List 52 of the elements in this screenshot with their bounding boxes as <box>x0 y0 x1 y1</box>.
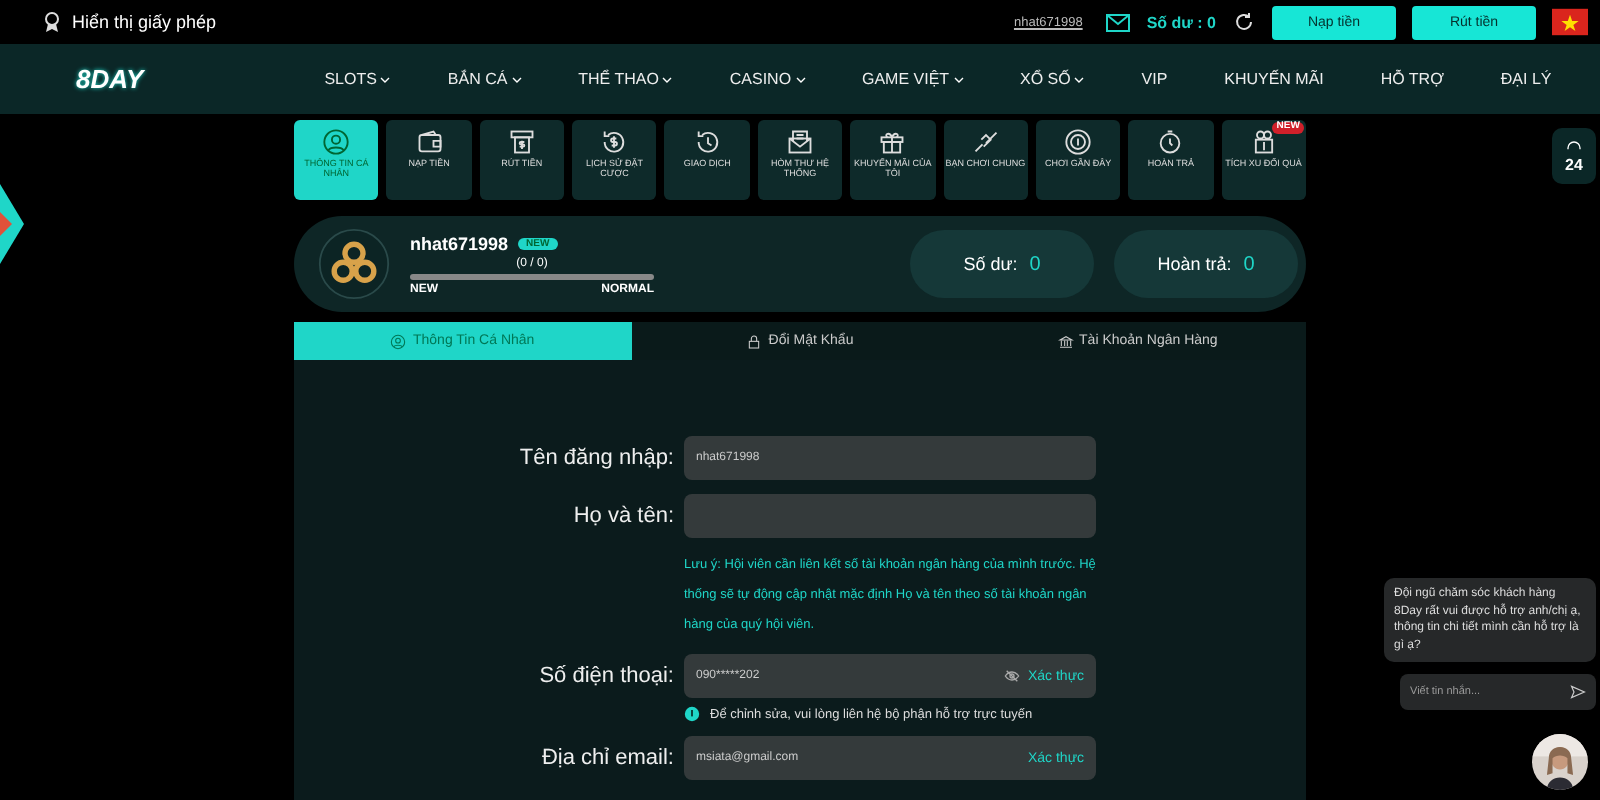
user-icon <box>322 128 351 156</box>
field-label: Số điện thoại: <box>537 662 674 692</box>
flag-icon[interactable] <box>1552 4 1588 40</box>
nav-item[interactable]: VIP <box>1141 70 1168 88</box>
caret-icon <box>1074 75 1085 83</box>
nav-item[interactable]: BẮN CÁ <box>447 70 522 88</box>
field-label: Họ và tên: <box>571 502 674 532</box>
nav-item[interactable]: CASINO <box>729 70 806 88</box>
user-icon <box>390 333 407 349</box>
username: nhat671998 <box>410 233 509 253</box>
mail-icon[interactable] <box>1106 13 1131 31</box>
balance-label: Số dư: <box>963 254 1018 274</box>
license-link[interactable]: Hiển thị giấy phép <box>72 12 217 32</box>
eye-off-icon[interactable] <box>1003 668 1020 684</box>
rebate-label: Hoàn trả: <box>1157 254 1232 274</box>
lock-icon <box>746 333 763 349</box>
caret-icon <box>380 75 391 83</box>
clock-icon <box>693 128 722 156</box>
info-icon <box>684 706 700 722</box>
send-icon[interactable] <box>1570 684 1586 700</box>
coins-icon <box>1249 128 1278 156</box>
rebate-value: 0 <box>1243 253 1255 275</box>
dollar-slip-icon <box>507 128 536 156</box>
refresh-icon[interactable] <box>1232 10 1256 34</box>
nav-item[interactable]: GAME VIỆT <box>861 70 964 88</box>
support-button[interactable]: 24 <box>1552 128 1596 184</box>
nav-item[interactable]: KHUYẾN MÃI <box>1224 70 1324 88</box>
nav-item[interactable]: ĐẠI LÝ <box>1500 70 1552 88</box>
nav-item[interactable]: SLOTS <box>324 70 391 88</box>
caret-icon <box>511 75 522 83</box>
emblem-icon <box>318 228 390 300</box>
logo[interactable]: 8DAY <box>76 64 296 94</box>
wallet-icon <box>415 128 444 156</box>
caret-icon <box>662 75 673 83</box>
field-label: Tên đăng nhập: <box>517 444 674 474</box>
balance-text: Số dư : 0 <box>1146 13 1216 31</box>
chip-icon <box>1064 128 1093 156</box>
balance-value: 0 <box>1029 253 1041 275</box>
clock-icon <box>1156 128 1185 156</box>
caret-icon <box>795 75 806 83</box>
gift-icon <box>878 128 907 156</box>
field-label: Địa chỉ email: <box>539 744 674 774</box>
envelope-icon <box>785 128 814 156</box>
caret-icon <box>953 75 964 83</box>
dollar-circle-icon <box>600 128 629 156</box>
bank-icon <box>1057 333 1074 349</box>
nav-item[interactable]: XỔ SỐ <box>1019 70 1085 88</box>
nav-item[interactable]: HỖ TRỢ <box>1380 70 1444 88</box>
award-icon <box>40 10 64 34</box>
nav-item[interactable]: THỂ THAO <box>578 70 673 88</box>
side-arrow-icon[interactable] <box>0 184 24 264</box>
input-field[interactable] <box>684 494 1096 538</box>
